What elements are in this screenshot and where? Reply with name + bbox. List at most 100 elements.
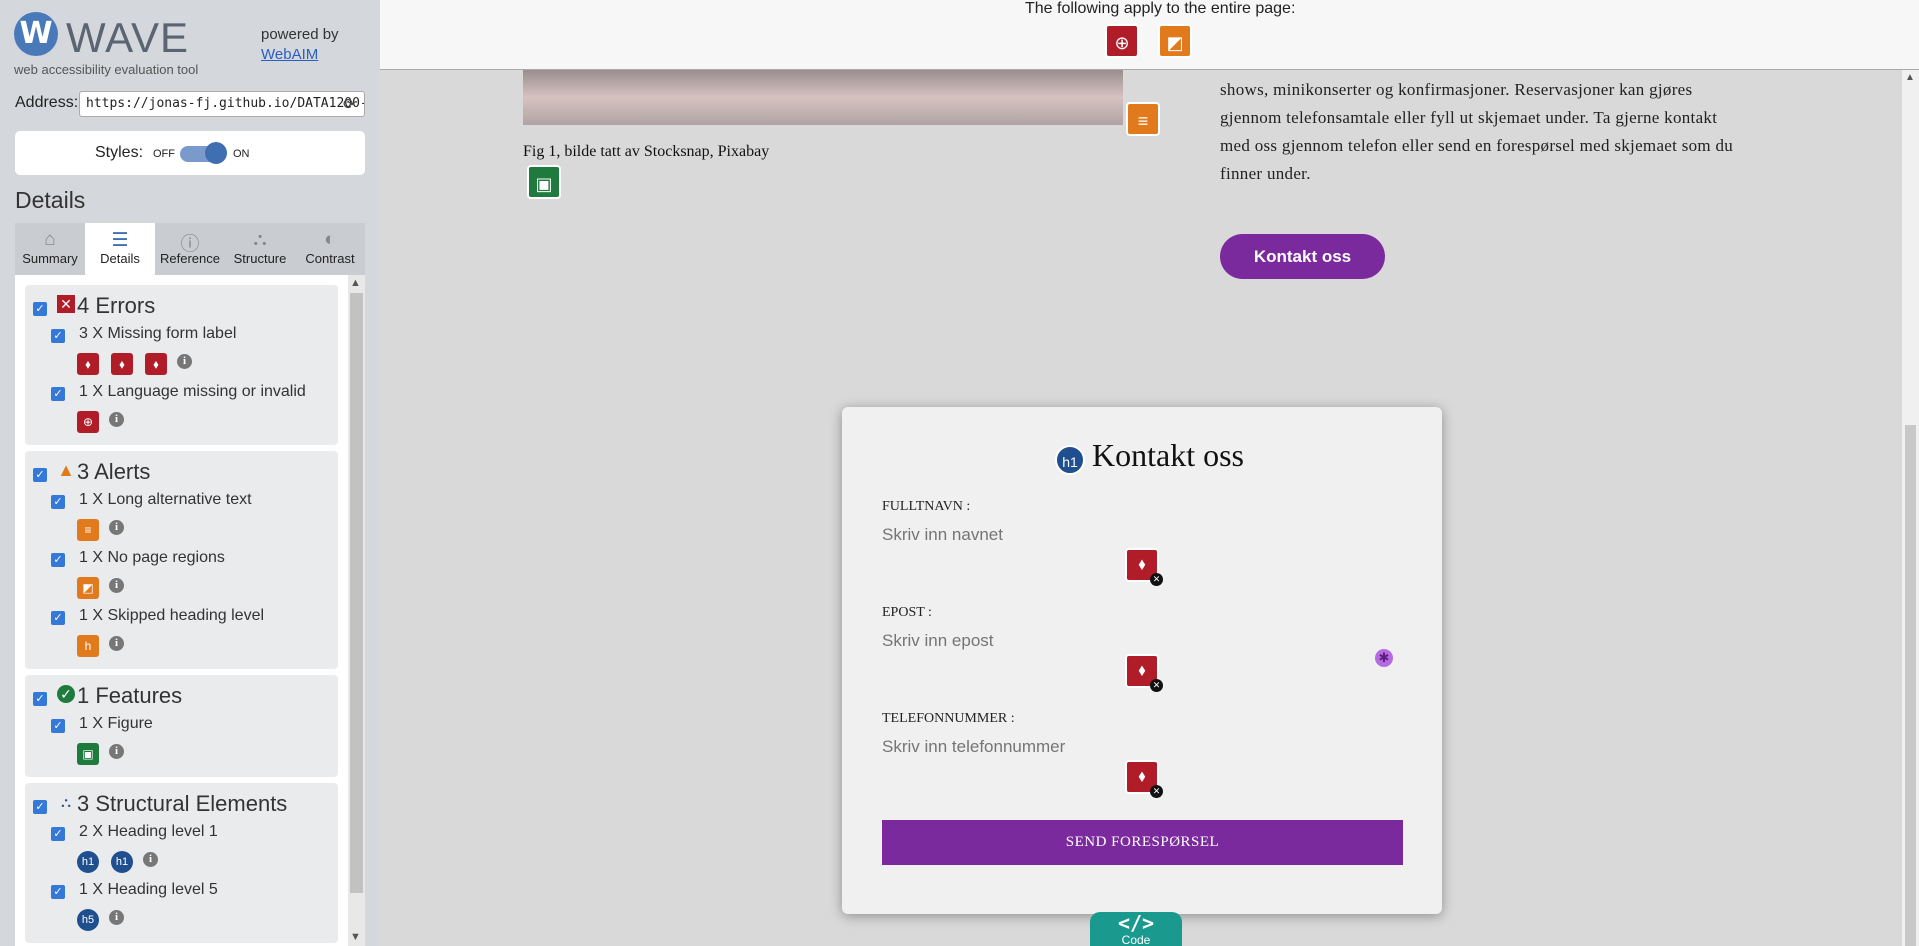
- home-icon: ⌂: [44, 229, 56, 250]
- fullname-input[interactable]: [882, 522, 1362, 548]
- heading-level1-item: 2 X Heading level 1: [79, 823, 218, 840]
- figure-item: 1 X Figure: [79, 715, 153, 732]
- tab-label: Details: [100, 251, 140, 266]
- skipped-heading-checkbox[interactable]: ✓: [51, 611, 65, 625]
- close-icon: ✕: [1150, 679, 1163, 692]
- list-icon: ☰: [111, 230, 129, 251]
- h1-badge-icon[interactable]: h1: [111, 851, 133, 873]
- page-scrollbar[interactable]: ▲: [1902, 70, 1919, 946]
- structure-checkbox[interactable]: ✓: [33, 800, 47, 814]
- code-panel-toggle[interactable]: </> Code: [1090, 912, 1182, 946]
- email-input[interactable]: [882, 628, 1362, 654]
- tab-details[interactable]: ☰ Details: [85, 223, 155, 275]
- figure-checkbox[interactable]: ✓: [51, 719, 65, 733]
- contact-modal: h1 Kontakt oss FULLTNAVN : ⬧✕ EPOST : ⬧✕…: [842, 407, 1442, 914]
- close-icon: ✕: [1150, 573, 1163, 586]
- long-alt-checkbox[interactable]: ✓: [51, 495, 65, 509]
- h1-badge-icon[interactable]: h1: [1055, 445, 1085, 475]
- scroll-up-arrow[interactable]: ▲: [1905, 72, 1915, 83]
- info-icon[interactable]: i: [143, 852, 158, 867]
- missing-label-icon[interactable]: ⬧: [145, 353, 167, 375]
- tab-summary[interactable]: ⌂ Summary: [15, 223, 85, 275]
- language-checkbox[interactable]: ✓: [51, 387, 65, 401]
- panel-scrollbar[interactable]: ▲ ▼: [348, 275, 365, 946]
- scroll-thumb[interactable]: [1905, 425, 1916, 946]
- phone-input[interactable]: [882, 734, 1362, 760]
- missing-label-icon[interactable]: ⬧ ✕: [1125, 654, 1163, 692]
- info-icon[interactable]: i: [109, 910, 124, 925]
- structure-icon: ⛬: [253, 229, 267, 250]
- figure-icon[interactable]: ▣: [77, 743, 99, 765]
- info-icon[interactable]: i: [109, 744, 124, 759]
- figure-caption: Fig 1, bilde tatt av Stocksnap, Pixabay: [523, 143, 770, 160]
- address-input[interactable]: https://jonas-fj.github.io/DATA1200-Eksa…: [79, 91, 365, 117]
- language-icon[interactable]: ⊕: [1105, 24, 1139, 58]
- page-level-notice: The following apply to the entire page:: [1025, 0, 1296, 17]
- heading1-checkbox[interactable]: ✓: [51, 827, 65, 841]
- long-alt-icon[interactable]: ≡: [1126, 102, 1160, 136]
- code-icon: </>: [1117, 911, 1155, 935]
- refresh-icon[interactable]: ⟳: [343, 95, 356, 113]
- features-checkbox[interactable]: ✓: [33, 692, 47, 706]
- no-regions-icon[interactable]: ◩: [1158, 24, 1192, 58]
- scroll-thumb[interactable]: [350, 293, 363, 893]
- structure-section: ✓ ⛬ 3 Structural Elements ✓ 2 X Heading …: [25, 783, 338, 943]
- error-icon: ✕: [57, 295, 75, 313]
- close-icon: ✕: [1150, 785, 1163, 798]
- tab-label: Summary: [22, 251, 78, 266]
- styles-toggle-box: Styles: OFF ON: [15, 131, 365, 175]
- errors-checkbox[interactable]: ✓: [33, 302, 47, 316]
- info-icon[interactable]: i: [109, 636, 124, 651]
- contact-button[interactable]: Kontakt oss: [1220, 234, 1385, 279]
- code-label: Code: [1121, 933, 1151, 946]
- errors-section: ✓ ✕ 4 Errors ✓ 3 X Missing form label ⬧ …: [25, 285, 338, 445]
- webaim-link[interactable]: WebAIM: [261, 46, 318, 63]
- send-request-button[interactable]: SEND FORESPØRSEL: [882, 820, 1403, 865]
- structure-icon: ⛬: [61, 794, 71, 810]
- info-icon[interactable]: i: [109, 578, 124, 593]
- styles-toggle-knob[interactable]: [205, 142, 227, 164]
- skipped-heading-icon[interactable]: h: [77, 635, 99, 657]
- tab-structure[interactable]: ⛬ Structure: [225, 223, 295, 275]
- wave-sidebar: W WAVE web accessibility evaluation tool…: [0, 0, 380, 946]
- language-icon[interactable]: ⊕: [77, 411, 99, 433]
- alerts-checkbox[interactable]: ✓: [33, 468, 47, 482]
- h1-badge-icon[interactable]: h1: [77, 851, 99, 873]
- long-alt-icon[interactable]: ≡: [77, 519, 99, 541]
- extension-star-icon[interactable]: ✱: [1375, 649, 1393, 667]
- missing-form-label-item: 3 X Missing form label: [79, 325, 237, 342]
- info-icon[interactable]: i: [109, 412, 124, 427]
- missing-label-icon[interactable]: ⬧: [111, 353, 133, 375]
- missing-label-icon[interactable]: ⬧: [77, 353, 99, 375]
- wave-tabs: ⌂ Summary ☰ Details ⓘ Reference ⛬ Struct…: [15, 223, 365, 275]
- missing-label-icon[interactable]: ⬧ ✕: [1125, 548, 1163, 586]
- figure-photo: [523, 70, 1123, 125]
- email-label: EPOST :: [882, 605, 932, 620]
- scroll-up-arrow[interactable]: ▲: [350, 277, 361, 289]
- no-regions-icon[interactable]: ◩: [77, 577, 99, 599]
- missing-label-icon[interactable]: ⬧ ✕: [1125, 760, 1163, 798]
- tab-reference[interactable]: ⓘ Reference: [155, 223, 225, 275]
- phone-label: TELEFONNUMMER :: [882, 711, 1015, 726]
- alerts-title: 3 Alerts: [77, 459, 151, 484]
- info-icon: ⓘ: [180, 234, 200, 255]
- details-heading: Details: [15, 187, 86, 213]
- no-regions-checkbox[interactable]: ✓: [51, 553, 65, 567]
- evaluated-page: ≡ Fig 1, bilde tatt av Stocksnap, Pixaba…: [380, 0, 1919, 946]
- figure-icon[interactable]: ▣: [527, 165, 561, 199]
- tab-label: Structure: [233, 251, 287, 266]
- info-icon[interactable]: i: [177, 354, 192, 369]
- body-paragraph: shows, minikonserter og konfirmasjoner. …: [1220, 80, 1734, 183]
- fullname-label: FULLTNAVN :: [882, 499, 971, 514]
- language-missing-item: 1 X Language missing or invalid: [79, 383, 306, 400]
- check-icon: ✓: [57, 685, 75, 703]
- wave-tagline: web accessibility evaluation tool: [14, 62, 199, 77]
- tab-contrast[interactable]: ◐ Contrast: [295, 223, 365, 275]
- details-panel: ✓ ✕ 4 Errors ✓ 3 X Missing form label ⬧ …: [15, 275, 365, 946]
- heading5-checkbox[interactable]: ✓: [51, 885, 65, 899]
- errors-title: 4 Errors: [77, 293, 156, 318]
- h5-badge-icon[interactable]: h5: [77, 909, 99, 931]
- scroll-down-arrow[interactable]: ▼: [350, 931, 361, 943]
- info-icon[interactable]: i: [109, 520, 124, 535]
- missing-label-checkbox[interactable]: ✓: [51, 329, 65, 343]
